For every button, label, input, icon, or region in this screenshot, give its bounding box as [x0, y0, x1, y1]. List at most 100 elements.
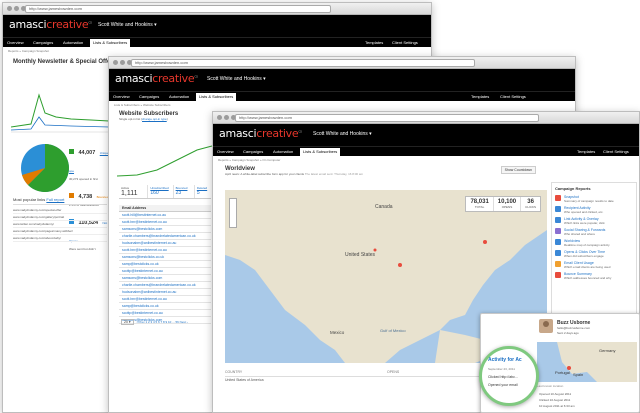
activity-title: Activity for Ac — [488, 357, 522, 363]
report-icon — [555, 239, 561, 245]
worldview-title-block: Worldview April news: A white-label subs… — [213, 164, 639, 176]
table-row: scott.bnr@bestinternet.co.au — [119, 295, 211, 303]
counter-opens: 10,100 OPENS — [494, 197, 522, 211]
app-header: amascicreativeCS Scott White and Hookins… — [3, 15, 431, 37]
email-cell[interactable]: scottp@bestinternet.co.au — [119, 267, 211, 275]
report-item[interactable]: Link Activity & Overlay Which links were … — [555, 217, 633, 225]
nav-templates[interactable]: Templates — [577, 149, 595, 154]
mini-map-land — [557, 342, 637, 382]
nav-automation[interactable]: Automation — [63, 40, 83, 45]
subscriber-popup: Buzz Usborne hello@buzzusborne.com Sent … — [479, 313, 640, 413]
url-bar[interactable]: http://www.jamesbowden.com — [131, 59, 475, 67]
popular-link[interactable]: www.nadydvdanny.com/about-baby/ — [13, 235, 107, 242]
change-opt-in-link[interactable]: change opt-in type — [142, 117, 167, 121]
nav-overview[interactable]: Overview — [217, 149, 234, 154]
breadcrumb[interactable]: Reports » Campaign Snapshot » On Compute… — [213, 156, 639, 164]
report-icon — [555, 206, 561, 212]
report-item[interactable]: Recipient Activity Who opened and clicked… — [555, 206, 633, 214]
nav-overview[interactable]: Overview — [113, 94, 130, 99]
report-description: Summary of campaign results to date — [564, 199, 614, 203]
activity-time: 10 August 2011 at 6:33 am — [539, 404, 575, 408]
nav-templates[interactable]: Templates — [365, 40, 383, 45]
nav-templates[interactable]: Templates — [471, 94, 489, 99]
report-item[interactable]: Snapshot Summary of campaign results to d… — [555, 195, 633, 203]
app-header: amascicreativeCS Scott White and Hookins… — [213, 124, 639, 146]
report-item[interactable]: Social Sharing & Forwards Who shared and … — [555, 228, 633, 236]
pagination: 20 ▾ ‹ Prev 1 2 3 4 5 6 7 8 9 10 ... 56 … — [121, 319, 188, 325]
client-switcher[interactable]: Scott White and Hookins ▾ — [98, 22, 157, 28]
popular-link[interactable]: www.nadydvdanny.com/special-offer — [13, 207, 107, 214]
nav-lists[interactable]: Lists & Subscribers — [90, 39, 131, 48]
email-cell[interactable]: samp@bestclicks.co.uk — [119, 302, 211, 310]
nav-client-settings[interactable]: Client Settings — [392, 40, 418, 45]
email-cell[interactable]: scott.bnr@bestinternet.co.au — [119, 295, 211, 303]
email-cell[interactable]: hudsonabm@anlbestinternet.co.au — [119, 239, 211, 247]
table-row: scott.bnr@bestinternet.co.au — [119, 246, 211, 254]
popular-links: Most popular links Full report www.nadyd… — [13, 197, 107, 242]
popular-link[interactable]: www.nadydvdanny.com/pages/many-witbber/ — [13, 228, 107, 235]
popular-link[interactable]: www.nadydvdanny.com/gallery/portrait — [13, 214, 107, 221]
full-report-link[interactable]: Full report — [46, 197, 64, 202]
report-icon — [555, 272, 561, 278]
browser-toolbar: http://www.jamesbowden.com — [109, 57, 575, 69]
breadcrumb[interactable]: Reports » Campaign Snapshot — [3, 47, 431, 55]
tab-bounced[interactable]: Bounced 23 — [172, 185, 194, 198]
col-country[interactable]: COUNTRY — [225, 370, 387, 374]
client-switcher[interactable]: Scott White and Hookins ▾ — [313, 131, 372, 137]
nav-overview[interactable]: Overview — [7, 40, 24, 45]
tab-unsubscribed[interactable]: Unsubscribed 160 — [147, 185, 172, 198]
nav-lists[interactable]: Lists & Subscribers — [300, 148, 341, 157]
nav-campaigns[interactable]: Campaigns — [33, 40, 53, 45]
nav-client-settings[interactable]: Client Settings — [500, 94, 526, 99]
client-switcher[interactable]: Scott White and Hookins ▾ — [207, 76, 266, 82]
mini-map[interactable]: Germany Portugal Spain — [537, 342, 637, 382]
url-bar[interactable]: http://www.jamesbowden.com — [25, 5, 331, 13]
nav-lists[interactable]: Lists & Subscribers — [196, 93, 237, 102]
nav-client-settings[interactable]: Client Settings — [603, 149, 629, 154]
email-cell[interactable]: charlie.chambers@brandrelatedamerican.co… — [119, 232, 211, 240]
email-cell[interactable]: samsons@bestclicks.co.uk — [119, 253, 211, 261]
breadcrumb[interactable]: Lists & Subscribers » Website Subscriber… — [109, 101, 575, 109]
country-row: United States of America — [225, 378, 264, 382]
col-opens[interactable]: OPENS — [387, 370, 441, 374]
subscriber-email[interactable]: hello@buzzusborne.com — [557, 326, 590, 330]
popular-link[interactable]: www.twitter.com/nadydvdanny/ — [13, 221, 107, 228]
logo[interactable]: amascicreativeCS — [219, 127, 302, 140]
nav-campaigns[interactable]: Campaigns — [243, 149, 263, 154]
email-list: scott.hill@bestinternet.co.au scott.bnr@b… — [119, 212, 211, 324]
email-cell[interactable]: charlie.chambers@brandrelatedamerican.co… — [119, 281, 211, 289]
logo[interactable]: amascicreativeCS — [115, 72, 198, 85]
table-row: hudsonabm@anlbestinternet.co.au — [119, 239, 211, 247]
email-cell[interactable]: hudsonabm@anlbestinternet.co.au — [119, 288, 211, 296]
map-zoom-control[interactable] — [229, 198, 237, 228]
url-bar[interactable]: http://www.jamesbowden.com — [235, 114, 539, 122]
table-row: charlie.chambers@brandrelatedamerican.co… — [119, 281, 211, 289]
logo[interactable]: amascicreativeCS — [9, 18, 92, 31]
report-item[interactable]: Worldview Realtime map of campaign activi… — [555, 239, 633, 247]
report-description: Who shared and where — [564, 232, 596, 236]
report-description: Which addresses bounced and why — [564, 276, 612, 280]
nav-campaigns[interactable]: Campaigns — [139, 94, 159, 99]
report-item[interactable]: Email Client Usage Which email clients ar… — [555, 261, 633, 269]
table-row: samsons@bestclicks.com — [119, 225, 211, 233]
column-header-email[interactable]: Email Address — [119, 205, 211, 212]
tab-active[interactable]: Active 1,111 — [119, 185, 147, 198]
page-size-select[interactable]: 20 ▾ — [121, 319, 134, 325]
subscribers-growth-chart — [117, 145, 212, 177]
report-item[interactable]: Opens & Clicks Over Time When did subscri… — [555, 250, 633, 258]
activity-row-clicked: Clicked http://abc... — [488, 375, 518, 379]
report-item[interactable]: Bounce Summary Which addresses bounced an… — [555, 272, 633, 280]
email-cell[interactable]: scottp@bestinternet.co.au — [119, 309, 211, 317]
show-countdown-button[interactable]: Show Countdown — [500, 166, 536, 174]
email-cell[interactable]: scott.bnr@bestinternet.co.au — [119, 246, 211, 254]
table-row: samp@bestclicks.co.uk — [119, 260, 211, 268]
email-cell[interactable]: samp@bestclicks.co.uk — [119, 260, 211, 268]
opens-pie-chart — [21, 144, 69, 192]
email-cell[interactable]: samsons@bestclicks.com — [119, 274, 211, 282]
email-cell[interactable]: samsons@bestclicks.com — [119, 225, 211, 233]
nav-automation[interactable]: Automation — [273, 149, 293, 154]
nav-automation[interactable]: Automation — [169, 94, 189, 99]
page-links[interactable]: ‹ Prev 1 2 3 4 5 6 7 8 9 10 ... 56 Next … — [137, 320, 188, 324]
email-cell[interactable]: scott.bnr@bestinternet.co.au — [119, 218, 211, 226]
tab-deleted[interactable]: Deleted 5 — [193, 185, 211, 198]
